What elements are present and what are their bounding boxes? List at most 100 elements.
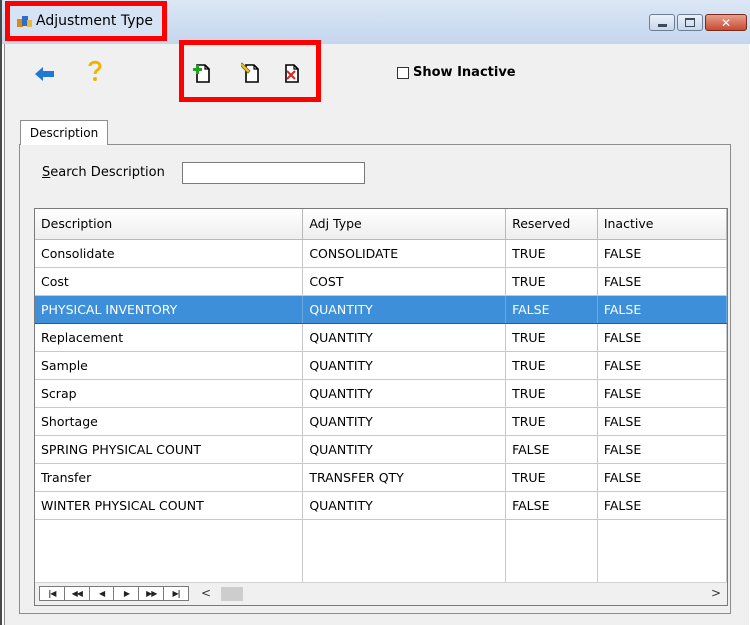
show-inactive-label: Show Inactive	[413, 65, 516, 80]
header-row: Description Adj Type Reserved Inactive	[35, 209, 727, 240]
cell-inactive: FALSE	[597, 463, 727, 492]
cell-description: Transfer	[35, 463, 304, 492]
cell-adj-type: QUANTITY	[302, 323, 507, 352]
cell-inactive: FALSE	[597, 435, 727, 464]
table-row[interactable]: Shortage QUANTITY TRUE FALSE	[35, 407, 727, 436]
table-row[interactable]: Replacement QUANTITY TRUE FALSE	[35, 323, 727, 352]
cell-inactive: FALSE	[597, 295, 727, 324]
help-button[interactable]	[83, 59, 107, 83]
previous-record-button[interactable]: ◀	[90, 587, 115, 600]
scroll-right-arrow-icon[interactable]: >	[711, 586, 721, 600]
next-page-button[interactable]: ▶▶	[139, 587, 165, 600]
cell-adj-type: QUANTITY	[302, 295, 507, 324]
app-icon	[17, 15, 32, 27]
title-highlight-box: Adjustment Type	[5, 1, 167, 41]
cell-adj-type: TRANSFER QTY	[302, 463, 507, 492]
cell-reserved: TRUE	[505, 379, 598, 408]
cell-description: Scrap	[35, 379, 304, 408]
cell-reserved: FALSE	[505, 295, 598, 324]
table-row-selected[interactable]: PHYSICAL INVENTORY QUANTITY FALSE FALSE	[35, 295, 727, 324]
record-navigator: |◀ ◀◀ ◀ ▶ ▶▶ ▶|	[39, 586, 189, 601]
table-row[interactable]: Transfer TRANSFER QTY TRUE FALSE	[35, 463, 727, 492]
search-description-input[interactable]	[182, 162, 365, 184]
maximize-button[interactable]	[677, 14, 703, 31]
minimize-button[interactable]	[649, 14, 675, 31]
next-record-button[interactable]: ▶	[114, 587, 140, 600]
cell-adj-type: QUANTITY	[302, 435, 507, 464]
show-inactive-checkbox[interactable]	[397, 66, 409, 79]
column-header-reserved[interactable]: Reserved	[505, 209, 598, 240]
table-row[interactable]: Cost COST TRUE FALSE	[35, 267, 727, 296]
cell-inactive: FALSE	[597, 407, 727, 436]
adjustment-type-grid: Description Adj Type Reserved Inactive C…	[34, 208, 728, 606]
first-record-button[interactable]: |◀	[40, 587, 65, 600]
cell-reserved: TRUE	[505, 407, 598, 436]
table-row[interactable]: Sample QUANTITY TRUE FALSE	[35, 351, 727, 380]
cell-reserved: TRUE	[505, 351, 598, 380]
scroll-left-arrow-icon[interactable]: <	[201, 586, 211, 600]
grid-table: Description Adj Type Reserved Inactive C…	[35, 209, 727, 595]
maximize-icon	[685, 18, 695, 27]
cell-inactive: FALSE	[597, 351, 727, 380]
show-inactive-toggle[interactable]: Show Inactive	[397, 65, 516, 80]
cell-reserved: FALSE	[505, 435, 598, 464]
cell-adj-type: CONSOLIDATE	[302, 239, 507, 268]
search-label-text: earch Description	[50, 165, 165, 180]
cell-inactive: FALSE	[597, 491, 727, 520]
cell-description: PHYSICAL INVENTORY	[35, 295, 304, 324]
cell-inactive: FALSE	[597, 267, 727, 296]
cell-reserved: TRUE	[505, 323, 598, 352]
back-arrow-icon	[35, 67, 54, 81]
table-row[interactable]: SPRING PHYSICAL COUNT QUANTITY FALSE FALSE	[35, 435, 727, 464]
window-title: Adjustment Type	[36, 13, 153, 29]
delete-record-icon	[285, 64, 299, 83]
toolbar: Show Inactive	[5, 40, 749, 104]
delete-record-button[interactable]	[279, 61, 303, 85]
column-header-inactive[interactable]: Inactive	[597, 209, 727, 240]
add-record-icon	[193, 64, 210, 83]
cell-description: Consolidate	[35, 239, 304, 268]
cell-description: Cost	[35, 267, 304, 296]
edit-record-button[interactable]	[239, 61, 263, 85]
cell-inactive: FALSE	[597, 379, 727, 408]
horizontal-scroll-thumb[interactable]	[221, 587, 243, 601]
cell-adj-type: COST	[302, 267, 507, 296]
grid-footer-bar: |◀ ◀◀ ◀ ▶ ▶▶ ▶| < >	[35, 582, 727, 605]
close-icon: ✕	[720, 15, 732, 30]
cell-adj-type: QUANTITY	[302, 491, 507, 520]
add-record-button[interactable]	[190, 61, 214, 85]
cell-inactive: FALSE	[597, 239, 727, 268]
minimize-icon	[657, 24, 667, 27]
cell-description: Shortage	[35, 407, 304, 436]
table-row[interactable]: Consolidate CONSOLIDATE TRUE FALSE	[35, 239, 727, 268]
left-edge	[0, 0, 2, 625]
last-record-button[interactable]: ▶|	[164, 587, 188, 600]
back-button[interactable]	[33, 62, 57, 86]
cell-reserved: FALSE	[505, 491, 598, 520]
table-row[interactable]: Scrap QUANTITY TRUE FALSE	[35, 379, 727, 408]
main-window: Show Inactive Description Search Descrip…	[4, 40, 749, 625]
cell-inactive: FALSE	[597, 323, 727, 352]
cell-adj-type: QUANTITY	[302, 407, 507, 436]
column-header-adj-type[interactable]: Adj Type	[302, 209, 507, 240]
column-header-description[interactable]: Description	[35, 209, 304, 240]
title-bar[interactable]: Adjustment Type ✕	[2, 0, 750, 44]
close-button[interactable]: ✕	[705, 14, 747, 31]
cell-description: Sample	[35, 351, 304, 380]
cell-reserved: TRUE	[505, 267, 598, 296]
window-controls: ✕	[649, 14, 747, 31]
cell-adj-type: QUANTITY	[302, 351, 507, 380]
search-description-label: Search Description	[42, 165, 165, 180]
previous-page-button[interactable]: ◀◀	[65, 587, 90, 600]
cell-description: SPRING PHYSICAL COUNT	[35, 435, 304, 464]
cell-reserved: TRUE	[505, 463, 598, 492]
cell-reserved: TRUE	[505, 239, 598, 268]
cell-description: Replacement	[35, 323, 304, 352]
description-panel: Search Description Description Adj Type …	[19, 144, 731, 614]
tab-description[interactable]: Description	[20, 120, 108, 145]
cell-description: WINTER PHYSICAL COUNT	[35, 491, 304, 520]
help-icon	[88, 60, 102, 81]
table-row[interactable]: WINTER PHYSICAL COUNT QUANTITY FALSE FALSE	[35, 491, 727, 520]
cell-adj-type: QUANTITY	[302, 379, 507, 408]
edit-record-icon	[241, 62, 259, 83]
